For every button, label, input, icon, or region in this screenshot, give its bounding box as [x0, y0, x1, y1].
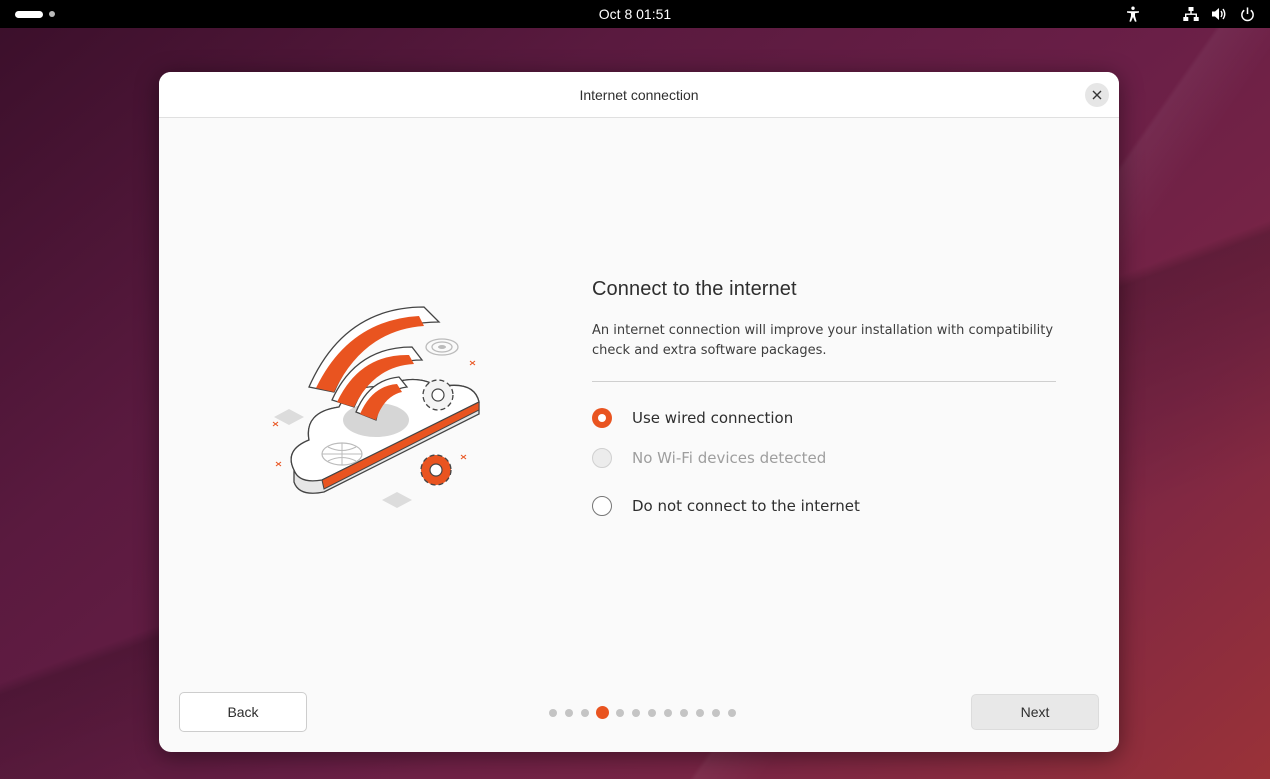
step-dot[interactable] [632, 708, 640, 717]
dialog-header: Internet connection [159, 72, 1119, 118]
step-dot[interactable] [565, 708, 573, 717]
system-tray[interactable] [1116, 3, 1258, 25]
network-wired-icon[interactable] [1180, 3, 1202, 25]
connection-options: Use wired connection No Wi-Fi devices de… [592, 398, 1056, 526]
activities-indicator[interactable] [15, 10, 55, 18]
radio-no-internet[interactable] [592, 496, 612, 516]
back-button[interactable]: Back [179, 692, 307, 732]
radio-wired[interactable] [592, 408, 612, 428]
step-dot[interactable] [648, 708, 656, 717]
clock[interactable]: Oct 8 01:51 [599, 6, 671, 22]
step-dot[interactable] [616, 708, 624, 717]
option-wifi-label: No Wi-Fi devices detected [632, 449, 827, 467]
step-dot[interactable] [549, 708, 557, 717]
volume-icon[interactable] [1208, 3, 1230, 25]
step-dot-current[interactable] [596, 706, 609, 719]
dialog-title: Internet connection [579, 86, 699, 103]
accessibility-icon[interactable] [1122, 3, 1144, 25]
power-icon[interactable] [1236, 3, 1258, 25]
close-button[interactable] [1085, 83, 1109, 107]
close-icon [1092, 90, 1102, 100]
connection-panel: Connect to the internet An internet conn… [592, 278, 1056, 526]
step-dot[interactable] [728, 708, 736, 717]
workspace-dot [49, 11, 55, 17]
option-no-internet[interactable]: Do not connect to the internet [592, 486, 1056, 526]
step-dot[interactable] [680, 708, 688, 717]
next-button[interactable]: Next [971, 694, 1099, 730]
top-bar: Oct 8 01:51 [0, 0, 1270, 28]
workspace-pill [15, 10, 43, 18]
cloud-wifi-illustration [272, 306, 480, 508]
option-no-internet-label: Do not connect to the internet [632, 497, 860, 515]
step-indicator [545, 706, 740, 719]
page-description: An internet connection will improve your… [592, 321, 1056, 382]
step-dot[interactable] [664, 708, 672, 717]
page-heading: Connect to the internet [592, 278, 797, 300]
installer-dialog: Internet connection Connect to the inter… [159, 72, 1119, 752]
radio-wifi [592, 448, 612, 468]
step-dot[interactable] [696, 708, 704, 717]
step-dot[interactable] [581, 708, 589, 717]
option-wifi: No Wi-Fi devices detected [592, 438, 1056, 478]
option-wired-label: Use wired connection [632, 409, 794, 427]
option-wired[interactable]: Use wired connection [592, 398, 1056, 438]
step-dot[interactable] [712, 708, 720, 717]
